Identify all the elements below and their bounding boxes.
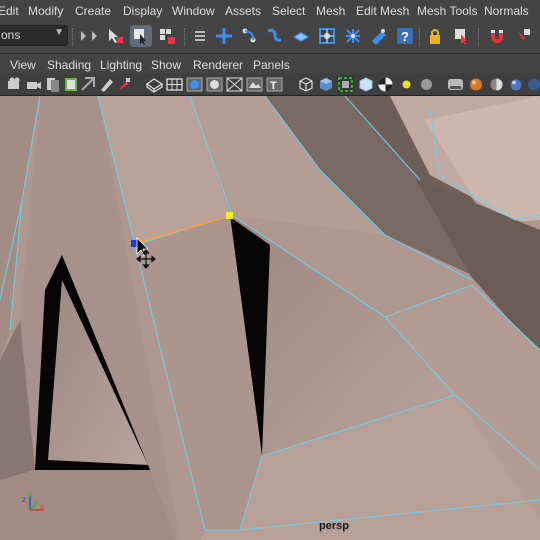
snap-view-plane-icon[interactable]: [290, 25, 312, 47]
camera-label: persp: [319, 520, 349, 532]
flat-shade-icon[interactable]: [206, 76, 223, 93]
menu-normals[interactable]: Normals: [484, 4, 529, 18]
select-by-hierarchy-icon[interactable]: [104, 25, 126, 47]
text-label-icon[interactable]: T: [266, 76, 283, 93]
help-icon[interactable]: ?: [394, 25, 416, 47]
expand-arrow-icon[interactable]: [88, 25, 98, 47]
panel-menu-panels[interactable]: Panels: [253, 58, 290, 72]
bounding-box-icon[interactable]: [226, 76, 243, 93]
separator: [184, 28, 187, 46]
snap-point-icon[interactable]: [263, 25, 285, 47]
menu-set-value: ons: [1, 28, 21, 42]
menu-assets[interactable]: Assets: [225, 4, 261, 18]
shaded-cube-icon[interactable]: [317, 76, 334, 93]
grease-pencil-icon[interactable]: [98, 76, 115, 93]
menu-modify[interactable]: Modify: [28, 4, 63, 18]
svg-text:x: x: [40, 502, 44, 511]
camera-attributes-icon[interactable]: [6, 76, 23, 93]
panel-menu-view[interactable]: View: [10, 58, 36, 72]
separator: [478, 28, 481, 46]
chevron-down-icon: ▼: [54, 27, 64, 38]
collapse-arrow-icon[interactable]: [77, 25, 87, 47]
select-component-icon[interactable]: [156, 25, 178, 47]
separator: [72, 28, 75, 46]
menu-mesh-tools[interactable]: Mesh Tools: [417, 4, 477, 18]
menu-mesh[interactable]: Mesh: [316, 4, 345, 18]
checker-ball-icon[interactable]: [377, 76, 394, 93]
snap-curve-icon[interactable]: [238, 25, 260, 47]
selected-vertex: [226, 212, 233, 219]
panel-toolbar: T: [0, 73, 540, 96]
menu-window[interactable]: Window: [172, 4, 215, 18]
2d-pan-zoom-icon[interactable]: [80, 76, 97, 93]
filter-list-icon[interactable]: [189, 25, 211, 47]
panel-menu-show[interactable]: Show: [151, 58, 181, 72]
main-menubar: Edit Modify Create Display Window Assets…: [0, 0, 540, 23]
smooth-shade-icon[interactable]: [186, 76, 203, 93]
snap-grid-icon[interactable]: [213, 25, 235, 47]
lock-icon[interactable]: [424, 25, 446, 47]
panel-menu-shading[interactable]: Shading: [47, 58, 91, 72]
menu-display[interactable]: Display: [123, 4, 162, 18]
select-object-icon[interactable]: [130, 25, 152, 47]
svg-text:T: T: [270, 80, 277, 92]
status-line: ons ▼ ?: [0, 22, 540, 54]
wireframe-on-shaded-icon[interactable]: [337, 76, 354, 93]
panel-menubar: View Shading Lighting Show Renderer Pane…: [0, 54, 540, 73]
svg-text:y: y: [28, 490, 32, 499]
menu-select[interactable]: Select: [272, 4, 305, 18]
construction-history-icon[interactable]: [342, 25, 364, 47]
symmetry-icon[interactable]: [512, 25, 534, 47]
motion-blur-icon[interactable]: [467, 76, 484, 93]
default-light-icon[interactable]: [398, 76, 415, 93]
panel-menu-renderer[interactable]: Renderer: [193, 58, 243, 72]
ambient-occlusion-icon[interactable]: [447, 76, 464, 93]
anti-aliasing-icon[interactable]: [488, 76, 505, 93]
render-frame-icon[interactable]: [368, 25, 390, 47]
separator: [419, 28, 422, 46]
more-tools-icon[interactable]: [526, 76, 540, 93]
select-highlight-icon[interactable]: [451, 25, 473, 47]
svg-text:z: z: [22, 495, 26, 504]
perspective-viewport[interactable]: z y x: [0, 96, 540, 540]
menu-create[interactable]: Create: [75, 4, 111, 18]
grid-toggle-icon[interactable]: [166, 76, 183, 93]
menu-edit-mesh[interactable]: Edit Mesh: [356, 4, 409, 18]
magnet-icon[interactable]: [486, 25, 508, 47]
svg-text:?: ?: [401, 29, 409, 44]
menu-set-dropdown[interactable]: ons ▼: [0, 25, 68, 46]
depth-of-field-icon[interactable]: [507, 76, 524, 93]
bookmarks-icon[interactable]: [44, 76, 61, 93]
panel-menu-lighting[interactable]: Lighting: [100, 58, 142, 72]
snap-live-icon[interactable]: [316, 25, 338, 47]
menu-edit[interactable]: Edit: [0, 4, 19, 18]
camera-lock-icon[interactable]: [25, 76, 42, 93]
mesh-render: z y x: [0, 96, 540, 540]
xray-cube-icon[interactable]: [357, 76, 374, 93]
image-plane-icon[interactable]: [63, 76, 80, 93]
brush-icon[interactable]: [116, 76, 133, 93]
textured-icon[interactable]: [246, 76, 263, 93]
wireframe-cube-icon[interactable]: [297, 76, 314, 93]
shadows-icon[interactable]: [418, 76, 435, 93]
wireframe-shading-icon[interactable]: [145, 76, 164, 93]
